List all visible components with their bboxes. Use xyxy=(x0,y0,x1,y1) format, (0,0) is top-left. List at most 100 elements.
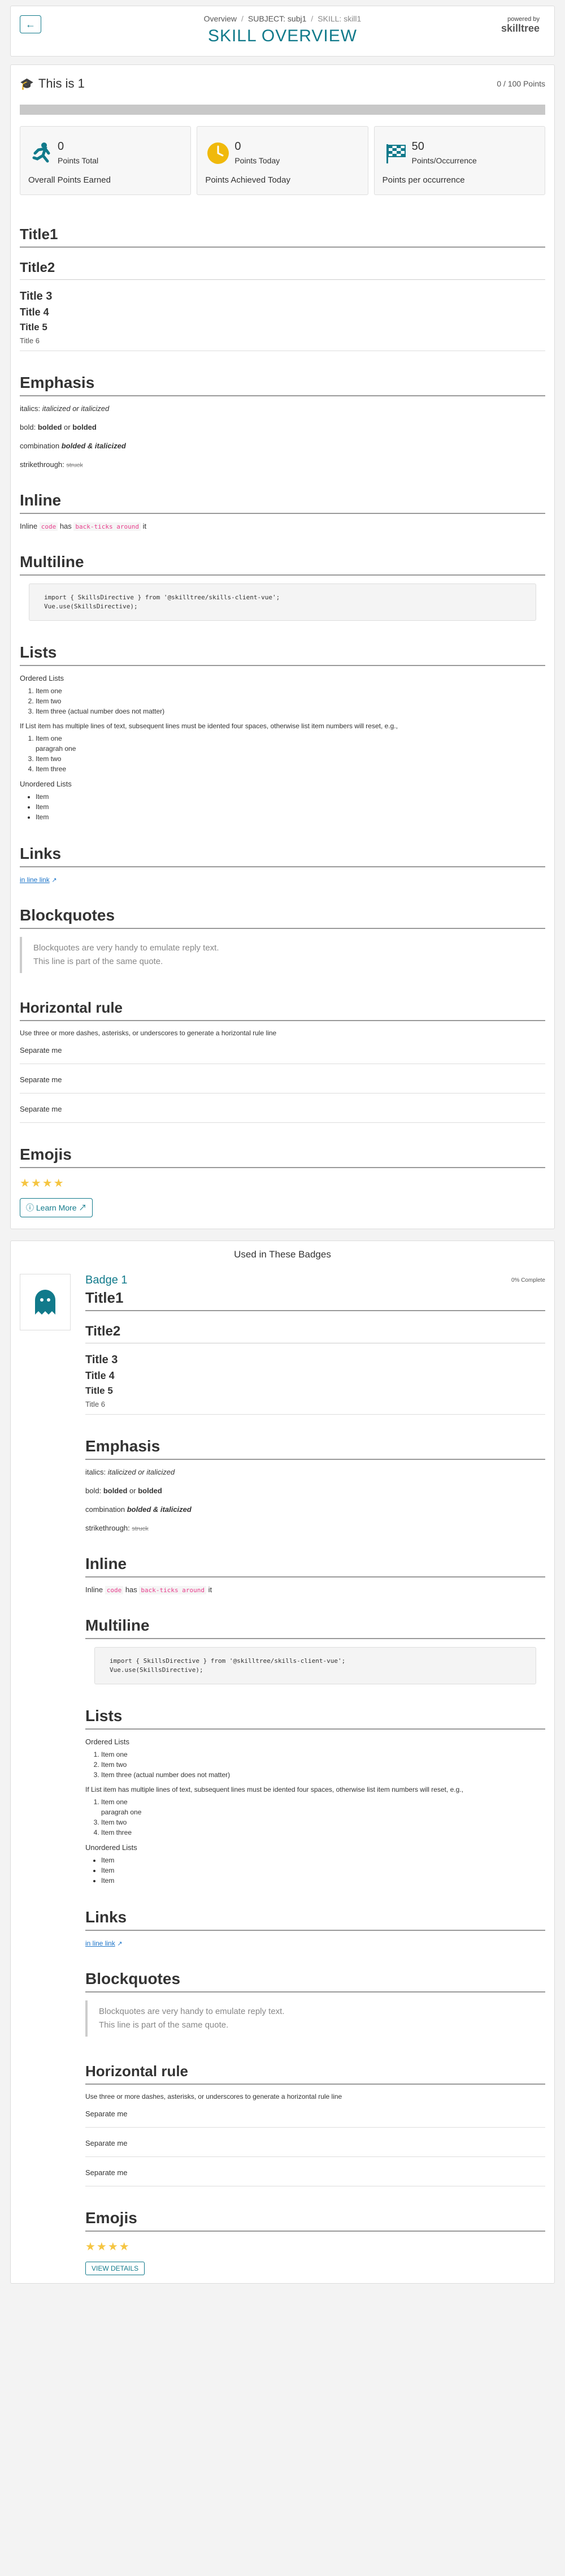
graduation-cap-icon: 🎓 xyxy=(20,78,34,90)
md-strike-value: struck xyxy=(132,1525,149,1532)
md-h1: Title1 xyxy=(20,226,545,248)
badges-header: Used in These Badges xyxy=(234,1249,331,1260)
md-h3: Title 3 xyxy=(20,290,53,302)
external-link-icon: ↗ xyxy=(117,1940,123,1947)
md-h4: Title 4 xyxy=(20,306,49,318)
skill-card: 🎓 This is 1 0 / 100 Points 0 Points Total… xyxy=(10,64,555,1229)
learn-more-button[interactable]: ⓘ Learn More ↗ xyxy=(20,1198,93,1217)
ordered-list: Item one Item two Item three (actual num… xyxy=(36,686,545,716)
md-strikethrough: strikethrough: struck xyxy=(20,460,545,469)
md-hrule-heading: Horizontal rule xyxy=(20,999,545,1021)
md-bold-value-a: bolded xyxy=(37,423,62,431)
list-item: Item one xyxy=(36,686,545,696)
md-inline-c: it xyxy=(140,522,147,530)
stats-row: 0 Points Total Overall Points Earned 0 P… xyxy=(20,126,545,195)
quote-line: This line is part of the same quote. xyxy=(99,2020,229,2030)
view-details-button[interactable]: VIEW DETAILS xyxy=(85,2262,145,2275)
badge-row: Badge 1 0% Complete Title1 Title2 Title … xyxy=(20,1274,545,2275)
md-inline-a: Inline xyxy=(20,522,40,530)
md-combination-label: combination xyxy=(85,1505,127,1514)
list-item: Item two xyxy=(101,1760,545,1770)
md-combination-label: combination xyxy=(20,442,62,450)
md-bold-or: or xyxy=(62,423,73,431)
quote-line: This line is part of the same quote. xyxy=(33,957,163,966)
code-line: Vue.use(SkillsDirective); xyxy=(110,1666,203,1674)
checkered-flag-icon xyxy=(384,141,407,165)
stat-points-today: 0 Points Today Points Achieved Today xyxy=(197,126,368,195)
md-inline-b: has xyxy=(58,522,74,530)
header-card: ← Overview / SUBJECT: subj1/SKILL: skill1 … xyxy=(10,6,555,57)
list-item: Item xyxy=(36,802,545,812)
quote-line: Blockquotes are very handy to emulate re… xyxy=(99,2007,285,2016)
md-italics-label: italics: xyxy=(20,404,42,413)
divider xyxy=(85,1414,545,1415)
md-unordered-label: Unordered Lists xyxy=(85,1843,137,1852)
md-inline-code: code xyxy=(105,1586,124,1594)
list-item: Item three xyxy=(101,1827,545,1838)
inline-link[interactable]: in line link xyxy=(20,876,50,884)
page-title: SKILL OVERVIEW xyxy=(207,27,358,45)
md-link-row: in line link ↗ xyxy=(20,875,545,884)
star-emojis: ★★★★ xyxy=(20,1177,65,1190)
md-h5: Title 5 xyxy=(85,1385,113,1396)
md-multiline-heading: Multiline xyxy=(20,553,545,576)
list-item: Item two xyxy=(36,754,545,764)
stat-points-total: 0 Points Total Overall Points Earned xyxy=(20,126,192,195)
list-item: Item xyxy=(36,812,545,822)
md-strike-label: strikethrough: xyxy=(20,460,67,469)
skill-points: 0 / 100 Points xyxy=(497,79,545,88)
list-item: Item three (actual number does not matte… xyxy=(36,706,545,716)
inline-link[interactable]: in line link xyxy=(85,1939,115,1947)
skill-name: 🎓 This is 1 xyxy=(20,76,85,91)
list-item: Item xyxy=(36,792,545,802)
md-unordered-label: Unordered Lists xyxy=(20,780,72,788)
md-inline-code: code xyxy=(39,522,58,531)
progress-bar xyxy=(20,105,545,115)
code-block: import { SkillsDirective } from '@skillt… xyxy=(29,584,536,621)
quote-line: Blockquotes are very handy to emulate re… xyxy=(33,943,219,953)
breadcrumb-overview[interactable]: Overview xyxy=(204,14,237,23)
md-inline-b: has xyxy=(123,1585,140,1594)
md-hrule-text: Use three or more dashes, asterisks, or … xyxy=(20,1029,277,1037)
stat-subtitle: Points Achieved Today xyxy=(205,175,290,185)
md-strike-value: struck xyxy=(66,462,83,469)
md-h4: Title 4 xyxy=(85,1370,115,1381)
breadcrumb: Overview / SUBJECT: subj1/SKILL: skill1 xyxy=(203,14,362,23)
md-list-note: If List item has multiple lines of text,… xyxy=(85,1786,463,1793)
stat-label: Points Total xyxy=(58,156,99,165)
code-line: Vue.use(SkillsDirective); xyxy=(44,603,138,610)
external-link-icon: ↗ xyxy=(79,1203,87,1212)
external-link-icon: ↗ xyxy=(51,877,57,884)
md-italics: italics: italicized or italicized xyxy=(85,1468,545,1476)
ghost-icon xyxy=(20,1274,71,1330)
md-emphasis-heading: Emphasis xyxy=(20,374,545,396)
md-hrule-heading: Horizontal rule xyxy=(85,2063,545,2085)
list-item: Item one xyxy=(101,1797,545,1807)
separator-text: Separate me xyxy=(20,1101,545,1123)
separator-text: Separate me xyxy=(85,2136,545,2157)
md-inline-c: it xyxy=(206,1585,212,1594)
md-h2: Title2 xyxy=(85,1324,545,1343)
learn-more-label: Learn More xyxy=(36,1203,77,1212)
badge-name[interactable]: Badge 1 xyxy=(85,1274,545,1287)
stat-label: Points Today xyxy=(234,156,280,165)
md-h1: Title1 xyxy=(85,1289,545,1311)
skill-description: Title1 Title2 Title 3 Title 4 Title 5 Ti… xyxy=(20,226,545,1190)
md-bold-value-a: bolded xyxy=(103,1486,128,1495)
stat-value: 0 xyxy=(234,140,241,153)
skilltree-logo: skilltree xyxy=(501,23,540,34)
blockquote: Blockquotes are very handy to emulate re… xyxy=(20,937,545,973)
skill-name-text: This is 1 xyxy=(38,76,85,90)
stat-value: 0 xyxy=(58,140,64,153)
list-item: Item one xyxy=(101,1749,545,1760)
list-item: Item three (actual number does not matte… xyxy=(101,1770,545,1780)
list-item: Item xyxy=(101,1875,545,1886)
list-item: paragrah one xyxy=(101,1808,142,1816)
md-bold-label: bold: xyxy=(85,1486,103,1495)
breadcrumb-subject[interactable]: SUBJECT: subj1 xyxy=(248,14,306,23)
code-line: import { SkillsDirective } from '@skillt… xyxy=(110,1657,346,1665)
md-combination: combination bolded & italicized xyxy=(85,1505,545,1514)
md-blockquotes-heading: Blockquotes xyxy=(20,906,545,929)
md-italics-label: italics: xyxy=(85,1468,108,1476)
md-h6: Title 6 xyxy=(85,1400,105,1408)
